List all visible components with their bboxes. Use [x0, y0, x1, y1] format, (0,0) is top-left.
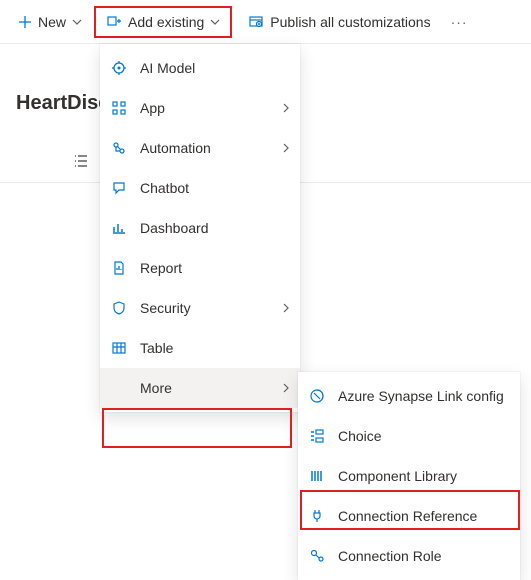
- menu-item-label: Automation: [140, 140, 270, 156]
- menu-item-label: Component Library: [338, 468, 510, 484]
- menu-item-report[interactable]: Report: [100, 248, 300, 288]
- dashboard-icon: [110, 220, 128, 236]
- ai-model-icon: [110, 60, 128, 76]
- menu-item-label: Report: [140, 260, 290, 276]
- page-title: HeartDise: [16, 92, 109, 115]
- add-existing-more-submenu: Azure Synapse Link config Choice Compone…: [298, 372, 520, 580]
- automation-icon: [110, 140, 128, 156]
- command-bar: New Add existing Publish all customizati…: [0, 0, 531, 44]
- chatbot-icon: [110, 180, 128, 196]
- menu-item-label: Connection Reference: [338, 508, 510, 524]
- plus-icon: [18, 15, 32, 29]
- menu-item-choice[interactable]: Choice: [298, 416, 520, 456]
- add-existing-button[interactable]: Add existing: [94, 6, 232, 38]
- report-icon: [110, 260, 128, 276]
- menu-item-label: More: [140, 380, 270, 396]
- menu-item-label: AI Model: [140, 60, 290, 76]
- publish-icon: [248, 14, 264, 30]
- menu-item-label: Table: [140, 340, 290, 356]
- chevron-right-icon: [282, 103, 290, 113]
- menu-item-component-library[interactable]: Component Library: [298, 456, 520, 496]
- connection-reference-icon: [308, 508, 326, 524]
- menu-item-connection-role[interactable]: Connection Role: [298, 536, 520, 576]
- list-view-icon[interactable]: [72, 152, 90, 170]
- chevron-down-icon: [72, 17, 82, 27]
- app-icon: [110, 100, 128, 116]
- shield-icon: [110, 300, 128, 316]
- choice-icon: [308, 428, 326, 444]
- menu-item-dashboard[interactable]: Dashboard: [100, 208, 300, 248]
- menu-item-label: Choice: [338, 428, 510, 444]
- add-existing-menu: AI Model App Automation Chatbot Dashboar…: [100, 44, 300, 412]
- menu-item-label: Chatbot: [140, 180, 290, 196]
- publish-button[interactable]: Publish all customizations: [238, 8, 440, 36]
- menu-item-label: Dashboard: [140, 220, 290, 236]
- new-label: New: [38, 14, 66, 30]
- menu-item-label: Azure Synapse Link config: [338, 388, 510, 404]
- menu-item-security[interactable]: Security: [100, 288, 300, 328]
- menu-item-app[interactable]: App: [100, 88, 300, 128]
- component-library-icon: [308, 468, 326, 484]
- table-icon: [110, 340, 128, 356]
- add-existing-label: Add existing: [128, 14, 204, 30]
- menu-item-ai-model[interactable]: AI Model: [100, 48, 300, 88]
- synapse-icon: [308, 388, 326, 404]
- add-existing-icon: [106, 14, 122, 30]
- chevron-right-icon: [282, 383, 290, 393]
- overflow-button[interactable]: ···: [441, 8, 478, 36]
- chevron-right-icon: [282, 303, 290, 313]
- menu-item-connection-reference[interactable]: Connection Reference: [298, 496, 520, 536]
- menu-item-more[interactable]: More: [100, 368, 300, 408]
- menu-item-synapse[interactable]: Azure Synapse Link config: [298, 376, 520, 416]
- menu-item-automation[interactable]: Automation: [100, 128, 300, 168]
- chevron-down-icon: [210, 17, 220, 27]
- menu-item-table[interactable]: Table: [100, 328, 300, 368]
- menu-item-label: App: [140, 100, 270, 116]
- highlight-more: [102, 408, 292, 448]
- menu-item-label: Security: [140, 300, 270, 316]
- publish-label: Publish all customizations: [270, 14, 430, 30]
- new-button[interactable]: New: [8, 8, 92, 36]
- chevron-right-icon: [282, 143, 290, 153]
- menu-item-chatbot[interactable]: Chatbot: [100, 168, 300, 208]
